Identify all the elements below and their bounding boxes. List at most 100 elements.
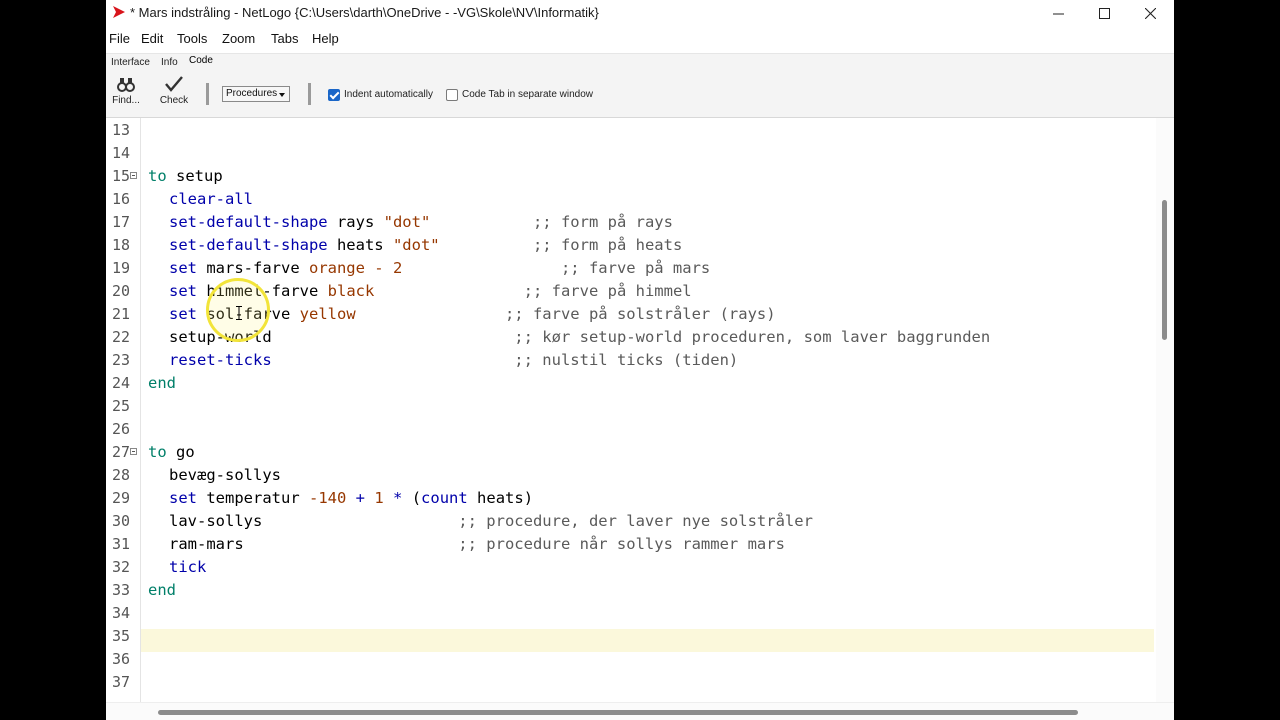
code-line[interactable]: 30 lav-sollys ;; procedure, der laver nye…: [106, 510, 1156, 533]
tab-info[interactable]: Info: [161, 57, 178, 68]
code-token-cmt: ;; farve på mars: [560, 259, 711, 277]
code-line[interactable]: 14: [106, 142, 1156, 165]
text-cursor-icon: [236, 306, 242, 320]
line-number: 20: [111, 282, 130, 300]
line-number: 36: [111, 650, 130, 668]
indent-automatically-label: Indent automatically: [344, 89, 433, 100]
code-line[interactable]: 32 tick: [106, 556, 1156, 579]
code-token-txt: heats: [327, 236, 393, 254]
line-number: 13: [111, 121, 130, 139]
menu-zoom[interactable]: Zoom: [222, 31, 255, 46]
code-token-cmt: ;; farve på himmel: [523, 282, 692, 300]
code-token-prim: set: [169, 259, 197, 277]
code-line[interactable]: 23 reset-ticks ;; nulstil ticks (tiden): [106, 349, 1156, 372]
vertical-scrollbar[interactable]: [1156, 118, 1174, 702]
code-editor[interactable]: 13 14 15 to setup 16 clear-all 17 set-default-s…: [106, 118, 1156, 702]
code-token-cmt: ;; form på heats: [532, 236, 683, 254]
menu-help[interactable]: Help: [312, 31, 339, 46]
horizontal-scrollbar[interactable]: [106, 702, 1174, 720]
code-token-kw: end: [148, 581, 176, 599]
code-line[interactable]: 25: [106, 395, 1156, 418]
line-number: 33: [111, 581, 130, 599]
line-number: 19: [111, 259, 130, 277]
code-token-kw: end: [148, 374, 176, 392]
menu-tabs[interactable]: Tabs: [271, 31, 298, 46]
code-line[interactable]: 33 end: [106, 579, 1156, 602]
code-line[interactable]: 19 set mars-farve orange - 2 ;; farve på …: [106, 257, 1156, 280]
code-line[interactable]: 16 clear-all: [106, 188, 1156, 211]
code-line[interactable]: 13: [106, 119, 1156, 142]
procedures-dropdown[interactable]: Procedures: [222, 86, 290, 102]
code-token-str: "dot": [392, 236, 440, 254]
window-title: * Mars indstråling - NetLogo {C:\Users\d…: [130, 5, 599, 20]
minimize-button[interactable]: [1035, 0, 1081, 26]
vertical-scroll-thumb[interactable]: [1162, 200, 1167, 340]
code-text: bevæg-sollys: [148, 464, 281, 487]
menu-file[interactable]: File: [109, 31, 130, 46]
code-token-txt: rays: [327, 213, 384, 231]
code-text: set-default-shape rays "dot" ;; form på …: [148, 211, 673, 234]
tab-interface[interactable]: Interface: [111, 57, 150, 68]
code-token-txt: bevæg-sollys: [169, 466, 281, 484]
line-number: 18: [111, 236, 130, 254]
line-number: 15: [111, 167, 130, 185]
code-line[interactable]: 31 ram-mars ;; procedure når sollys ramme…: [106, 533, 1156, 556]
line-number: 24: [111, 374, 130, 392]
code-token-prim: reset-ticks: [169, 351, 272, 369]
horizontal-scroll-thumb[interactable]: [158, 710, 1078, 715]
check-button[interactable]: Check: [158, 75, 190, 106]
code-token-txt: temperatur: [197, 489, 309, 507]
indent-automatically-checkbox[interactable]: [328, 89, 340, 101]
code-tab-separate-window-checkbox[interactable]: [446, 89, 458, 101]
line-number: 22: [111, 328, 130, 346]
line-number: 31: [111, 535, 130, 553]
maximize-icon: [1098, 7, 1110, 19]
code-line[interactable]: 27 to go: [106, 441, 1156, 464]
code-token-txt: heats): [467, 489, 534, 507]
fold-toggle-icon[interactable]: [130, 172, 137, 179]
find-button[interactable]: Find...: [110, 75, 142, 106]
close-button[interactable]: [1127, 0, 1173, 26]
menu-tools[interactable]: Tools: [177, 31, 207, 46]
code-token-cmt: ;; procedure når sollys rammer mars: [458, 535, 785, 553]
code-line[interactable]: 17 set-default-shape rays "dot" ;; form p…: [106, 211, 1156, 234]
code-line[interactable]: 28 bevæg-sollys: [106, 464, 1156, 487]
menu-edit[interactable]: Edit: [141, 31, 163, 46]
code-line[interactable]: 37: [106, 671, 1156, 694]
code-text: end: [148, 372, 176, 395]
code-token-txt: mars-farve: [197, 259, 309, 277]
code-line[interactable]: 35: [106, 625, 1156, 648]
code-line[interactable]: 18 set-default-shape heats "dot" ;; form …: [106, 234, 1156, 257]
code-line[interactable]: 24 end: [106, 372, 1156, 395]
tab-code[interactable]: Code: [189, 55, 213, 66]
code-line[interactable]: 36: [106, 648, 1156, 671]
code-token-prim: clear-all: [169, 190, 253, 208]
code-token-prim: set: [169, 282, 197, 300]
procedures-label: Procedures: [226, 88, 278, 99]
toolbar-separator: [308, 83, 311, 105]
code-line[interactable]: 15 to setup: [106, 165, 1156, 188]
maximize-button[interactable]: [1081, 0, 1127, 26]
code-line[interactable]: 29 set temperatur -140 + 1 * (count heats…: [106, 487, 1156, 510]
code-line[interactable]: 26: [106, 418, 1156, 441]
code-line[interactable]: 22 setup-world ;; kør setup-world procedu…: [106, 326, 1156, 349]
code-token-prim: set: [169, 489, 197, 507]
code-line[interactable]: 34: [106, 602, 1156, 625]
minimize-icon: [1052, 13, 1064, 14]
code-text: clear-all: [148, 188, 253, 211]
close-icon: [1144, 7, 1156, 19]
code-text: set-default-shape heats "dot" ;; form på…: [148, 234, 682, 257]
code-text: set mars-farve orange - 2 ;; farve på ma…: [148, 257, 710, 280]
title-bar[interactable]: * Mars indstråling - NetLogo {C:\Users\d…: [106, 0, 1174, 26]
fold-toggle-icon[interactable]: [130, 448, 137, 455]
code-token-prim: set: [169, 305, 197, 323]
code-token-prim: +: [355, 489, 365, 507]
